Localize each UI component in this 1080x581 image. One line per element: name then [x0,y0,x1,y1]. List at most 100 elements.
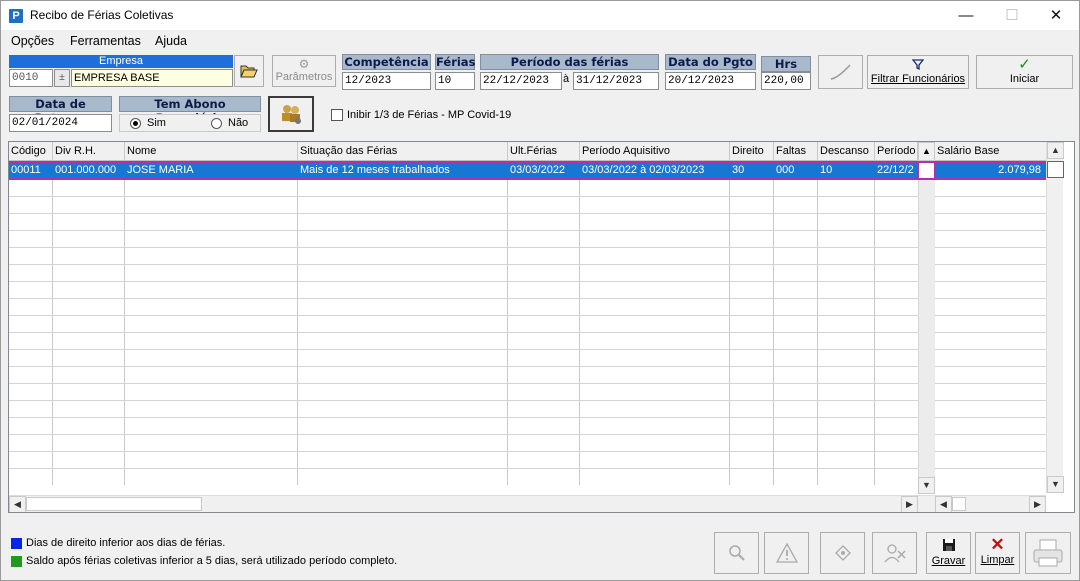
delete-person-button[interactable] [872,532,917,574]
magnifier-icon [728,545,745,561]
abono-sim-label: Sim [147,117,166,129]
menu-ajuda[interactable]: Ajuda [155,34,187,48]
col-nome[interactable]: Nome [125,142,298,161]
table-row-divider [9,468,1046,469]
calculate-people-button[interactable] [268,96,314,132]
scroll-left-2-icon[interactable]: ◀ [935,496,952,512]
settings-button[interactable] [820,532,865,574]
inner-scroll-down-icon[interactable]: ▼ [918,477,935,494]
cell-situacao: Mais de 12 meses trabalhados [300,164,450,176]
hscroll-thumb-2[interactable] [952,497,966,511]
table-row-divider [9,298,1046,299]
employees-table[interactable]: Código Div R.H. Nome Situação das Férias… [8,141,1075,513]
warning-button[interactable] [764,532,809,574]
periodo-start-field[interactable]: 22/12/2023 [480,72,562,90]
scroll-down-icon[interactable]: ▼ [1047,476,1064,493]
periodo-ferias-label: Período das férias [480,54,659,70]
open-folder-button[interactable] [234,55,264,87]
abono-sim-radio[interactable] [130,118,141,129]
empresa-spin-icon[interactable]: ± [54,69,70,87]
periodo-end-field[interactable]: 31/12/2023 [573,72,659,90]
calculator-button[interactable] [818,55,863,89]
gravar-button[interactable]: Gravar [926,532,971,574]
print-button[interactable] [1025,532,1071,574]
col-direito[interactable]: Direito [730,142,774,161]
legend-blue-swatch [11,538,22,549]
horizontal-scrollbar[interactable]: ◀ ▶ ◀ ▶ [9,495,1046,512]
limpar-button[interactable]: ✕ Limpar [975,532,1020,574]
empresa-name-field[interactable]: EMPRESA BASE [71,69,233,87]
inibir-checkbox[interactable] [331,109,343,121]
cell-direito: 30 [732,164,745,176]
periodo-separator: à [563,73,570,85]
competencia-field[interactable]: 12/2023 [342,72,431,90]
col-periodo-aquisitivo[interactable]: Período Aquisitivo [580,142,730,161]
table-row-divider [9,417,1046,418]
ferias-label: Férias [435,54,476,70]
check-icon: ✓ [1018,56,1031,73]
vertical-scrollbar[interactable]: ▲ ▼ [1046,142,1064,493]
abono-radio-group: Sim Não [119,114,261,132]
cell-faltas: 000 [776,164,795,176]
table-row-divider [9,451,1046,452]
cell-ult-ferias: 03/03/2022 [510,164,566,176]
limpar-label: Limpar [980,554,1015,566]
preview-button[interactable] [714,532,759,574]
competencia-label: Competência [342,54,431,70]
inner-vscroll-track[interactable] [918,161,935,477]
filtrar-label: Filtrar Funcionários [870,73,966,85]
parametros-label: Parâmetros [275,71,333,83]
scroll-right-icon[interactable]: ▶ [1029,496,1046,512]
abono-label: Tem Abono Pecuniário [119,96,261,125]
menu-opcoes[interactable]: Opções [11,34,54,48]
data-retorno-field[interactable]: 02/01/2024 [9,114,112,132]
iniciar-label: Iniciar [1009,73,1040,85]
col-salario-base[interactable]: Salário Base [935,142,1047,161]
scroll-up-icon[interactable]: ▲ [1047,142,1064,159]
table-row-divider [9,366,1046,367]
filtrar-funcionarios-button[interactable]: Filtrar Funcionários [867,55,969,89]
minimize-button[interactable]: — [943,1,989,30]
save-icon [942,539,955,551]
pen-icon [830,64,851,80]
printer-icon [1033,539,1063,567]
cell-periodo-aquisitivo: 03/03/2022 à 02/03/2023 [582,164,705,176]
hrs-bse-field[interactable]: 220,00 [761,72,811,90]
inner-scroll-right-icon[interactable]: ▶ [901,496,918,512]
col-codigo[interactable]: Código [9,142,53,161]
table-row-divider [9,434,1046,435]
hscroll-thumb[interactable] [26,497,202,511]
ferias-field[interactable]: 10 [435,72,475,90]
parametros-icon: ⚙ [298,57,310,71]
table-row[interactable]: 00011 001.000.000 JOSE MARIA Mais de 12 … [9,161,1048,180]
menu-ferramentas[interactable]: Ferramentas [70,34,141,48]
data-pgto-field[interactable]: 20/12/2023 [665,72,756,90]
iniciar-button[interactable]: ✓ Iniciar [976,55,1073,89]
table-row-divider [9,400,1046,401]
col-descanso[interactable]: Descanso [818,142,875,161]
abono-nao-radio[interactable] [211,118,222,129]
diamond-icon [834,545,851,561]
cell-periodo: 22/12/2 [877,164,914,176]
col-faltas[interactable]: Faltas [774,142,818,161]
cell-periodo-scroll [918,162,935,179]
gravar-label: Gravar [931,555,966,567]
table-row-divider [9,281,1046,282]
col-div-rh[interactable]: Div R.H. [53,142,125,161]
scroll-left-icon[interactable]: ◀ [9,496,26,512]
close-button[interactable]: ✕ [1033,1,1079,30]
app-icon: P [9,9,23,23]
col-periodo[interactable]: Período [875,142,918,161]
table-row-divider [9,349,1046,350]
col-ult-ferias[interactable]: Ult.Férias [508,142,580,161]
window: P Recibo de Férias Coletivas — ☐ ✕ Opçõe… [0,0,1080,581]
table-row-divider [9,332,1046,333]
inner-scroll-up-icon[interactable]: ▲ [918,142,935,161]
table-row-divider [9,213,1046,214]
col-situacao[interactable]: Situação das Férias [298,142,508,161]
scroll-thumb[interactable] [1047,161,1064,178]
maximize-button[interactable]: ☐ [989,1,1035,30]
inibir-label: Inibir 1/3 de Férias - MP Covid-19 [347,109,512,121]
parametros-button[interactable]: ⚙ Parâmetros [272,55,336,87]
empresa-code-field[interactable]: 0010 [9,69,53,87]
